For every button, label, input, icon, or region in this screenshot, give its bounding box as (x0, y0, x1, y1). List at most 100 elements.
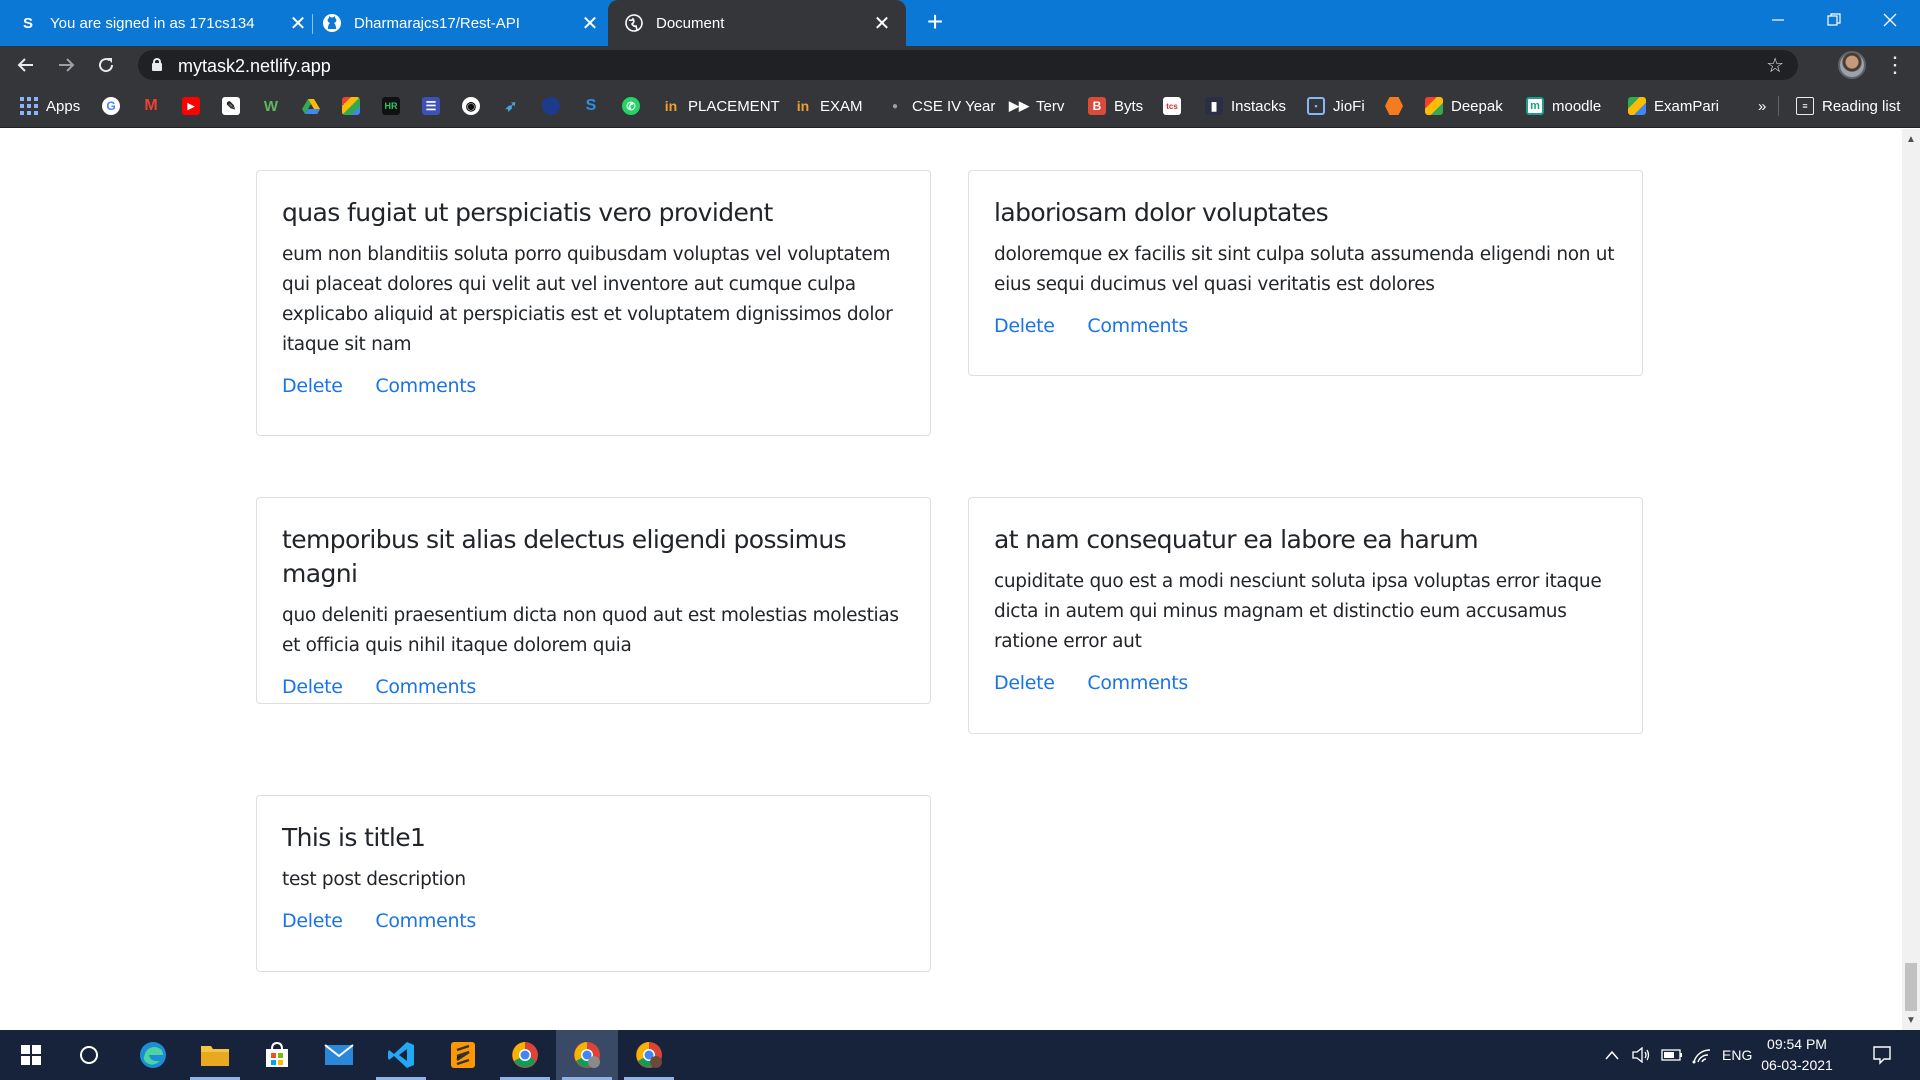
vscode-icon[interactable] (370, 1030, 432, 1080)
bookmark-star-icon[interactable]: ☆ (1766, 53, 1784, 78)
bird-icon: ➶ (504, 98, 518, 115)
comments-link[interactable]: Comments (375, 676, 476, 698)
address-bar[interactable]: mytask2.netlify.app ☆ (138, 50, 1798, 80)
file-explorer-icon[interactable] (184, 1030, 246, 1080)
tab-signed-in[interactable]: S You are signed in as 171cs134 ✕ (18, 0, 308, 46)
bookmark-exampari[interactable]: ExamPari (1628, 84, 1719, 128)
browser-titlebar: S You are signed in as 171cs134 ✕ Dharma… (0, 0, 1920, 46)
bookmark-edit[interactable]: ✎ (222, 84, 240, 128)
back-button[interactable] (8, 46, 44, 84)
mail-icon[interactable] (308, 1030, 370, 1080)
menu-icon[interactable]: ⋮ (1880, 46, 1910, 84)
tab-document[interactable]: Document ✕ (608, 0, 906, 46)
store-icon[interactable] (246, 1030, 308, 1080)
new-tab-button[interactable]: + (920, 8, 950, 38)
scroll-down-icon[interactable]: ▼ (1902, 1012, 1920, 1028)
hackerrank-icon: HR (382, 97, 400, 115)
bookmark-bird[interactable]: ➶ (502, 84, 520, 128)
photos-icon (342, 97, 360, 115)
comments-link[interactable]: Comments (1087, 315, 1188, 337)
bookmark-google[interactable]: G (102, 84, 120, 128)
post-title: This is title1 (282, 823, 426, 852)
bookmark-deepak[interactable]: Deepak (1425, 84, 1503, 128)
battery-icon[interactable] (1660, 1030, 1684, 1080)
lock-icon (152, 58, 162, 71)
close-icon[interactable]: ✕ (580, 13, 600, 35)
delete-link[interactable]: Delete (994, 315, 1055, 337)
forward-button[interactable] (48, 46, 84, 84)
delete-link[interactable]: Delete (994, 672, 1055, 694)
minimize-button[interactable] (1750, 0, 1806, 40)
forms-icon: ☰ (422, 97, 440, 115)
language-indicator[interactable]: ENG (1722, 1030, 1752, 1080)
bookmark-photos[interactable] (342, 84, 360, 128)
tab-title: Dharmarajcs17/Rest-API (354, 14, 520, 32)
bookmark-exam[interactable]: in EXAM (794, 84, 863, 128)
restore-button[interactable] (1806, 0, 1862, 40)
reload-button[interactable] (88, 46, 124, 84)
start-button[interactable] (0, 1030, 62, 1080)
post-title: laboriosam dolor voluptates (994, 198, 1329, 227)
post-card: This is title1 test post description Del… (256, 795, 931, 972)
chrome-profile-2-icon[interactable] (618, 1030, 680, 1080)
edge-icon[interactable] (122, 1030, 184, 1080)
comments-link[interactable]: Comments (375, 375, 476, 397)
bookmark-label: CSE IV Year (912, 97, 996, 115)
bookmark-gmail[interactable]: M (142, 84, 160, 128)
bookmark-placement[interactable]: in PLACEMENT (662, 84, 780, 128)
volume-icon[interactable] (1630, 1030, 1654, 1080)
bookmark-github[interactable]: ◉ (462, 84, 480, 128)
close-icon[interactable]: ✕ (288, 13, 308, 35)
sublime-icon[interactable] (432, 1030, 494, 1080)
bookmark-label: ExamPari (1654, 97, 1720, 115)
bookmark-apps[interactable]: Apps (20, 84, 80, 128)
profile-avatar[interactable] (1838, 51, 1866, 79)
bookmark-byts[interactable]: B Byts (1088, 84, 1143, 128)
reading-list[interactable]: ≡ Reading list (1796, 84, 1900, 128)
bookmarks-bar: Apps G M ▶ ✎ W HR ☰ ◉ ➶ S ✆ in PLACEMENT… (0, 84, 1920, 128)
chrome-profile-icon[interactable] (556, 1030, 618, 1080)
chevron-up-icon[interactable] (1602, 1030, 1622, 1080)
bookmark-whatsapp[interactable]: ✆ (622, 84, 640, 128)
close-window-button[interactable] (1862, 0, 1918, 40)
clock-time: 09:54 PM (1767, 1036, 1827, 1052)
scrollbar-thumb[interactable] (1905, 963, 1917, 1011)
post-actions: Delete Comments (282, 375, 905, 397)
placement-icon: in (664, 98, 678, 114)
bookmarks-overflow[interactable]: » (1758, 84, 1766, 128)
page-scrollbar[interactable]: ▲ ▼ (1902, 129, 1920, 1030)
bookmark-s[interactable]: S (582, 84, 600, 128)
chrome-icon[interactable] (494, 1030, 556, 1080)
post-actions: Delete Comments (994, 672, 1617, 694)
delete-link[interactable]: Delete (282, 910, 343, 932)
bookmark-label: PLACEMENT (688, 97, 780, 115)
delete-link[interactable]: Delete (282, 375, 343, 397)
wifi-icon[interactable] (1690, 1030, 1714, 1080)
bookmark-forms[interactable]: ☰ (422, 84, 440, 128)
notification-icon[interactable] (1862, 1030, 1902, 1080)
search-circle-icon[interactable] (58, 1030, 120, 1080)
bookmark-tcs[interactable]: tcs (1163, 84, 1181, 128)
bookmark-terv[interactable]: ▶▶ Terv (1009, 84, 1064, 128)
apps-grid-icon (20, 97, 38, 115)
bookmark-globe[interactable] (542, 84, 560, 128)
bookmark-jiofi[interactable]: ▪ JioFi (1307, 84, 1365, 128)
tab-github[interactable]: Dharmarajcs17/Rest-API ✕ (322, 0, 600, 46)
delete-link[interactable]: Delete (282, 676, 343, 698)
bookmark-hex[interactable] (1385, 84, 1403, 128)
scroll-up-icon[interactable]: ▲ (1902, 131, 1920, 147)
bookmark-cse[interactable]: ● CSE IV Year (886, 84, 995, 128)
bookmark-instacks[interactable]: ▮ Instacks (1205, 84, 1286, 128)
comments-link[interactable]: Comments (1087, 672, 1188, 694)
bookmark-drive[interactable] (302, 84, 320, 128)
post-title: at nam consequatur ea labore ea harum (994, 525, 1479, 554)
bookmark-w[interactable]: W (262, 84, 280, 128)
s-icon: S (585, 97, 597, 114)
close-icon[interactable]: ✕ (872, 13, 892, 35)
bookmark-youtube[interactable]: ▶ (182, 84, 200, 128)
system-clock[interactable]: 09:54 PM 06-03-2021 (1754, 1034, 1840, 1076)
bookmark-moodle[interactable]: m moodle (1526, 84, 1601, 128)
comments-link[interactable]: Comments (375, 910, 476, 932)
bookmark-hackerrank[interactable]: HR (382, 84, 400, 128)
post-actions: Delete Comments (994, 315, 1617, 337)
